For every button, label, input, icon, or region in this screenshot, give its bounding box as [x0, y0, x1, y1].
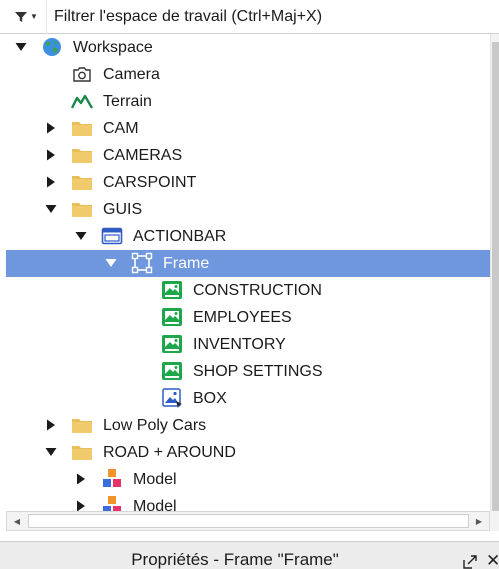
tree-item-label: CONSTRUCTION — [193, 282, 322, 299]
screen-gui-icon — [101, 225, 123, 247]
model-icon — [101, 495, 123, 511]
scroll-corner — [490, 511, 499, 531]
tree-item-model[interactable]: Model — [6, 493, 490, 511]
properties-panel-header: Propriétés - Frame "Frame" ✕ — [0, 541, 499, 569]
expand-arrow-right-icon[interactable] — [44, 175, 58, 189]
tree-item-label: EMPLOYEES — [193, 309, 292, 326]
image-button-icon — [161, 306, 183, 328]
tree-item-camera[interactable]: Camera — [6, 61, 490, 88]
folder-icon — [71, 441, 93, 463]
tree-item-actionbar[interactable]: ACTIONBAR — [6, 223, 490, 250]
close-icon[interactable]: ✕ — [486, 551, 499, 569]
horizontal-scrollbar[interactable]: ◀ ▶ — [6, 511, 490, 531]
expand-arrow-down-icon[interactable] — [44, 202, 58, 216]
expand-arrow-right-icon[interactable] — [44, 121, 58, 135]
tree-item-shop-settings[interactable]: SHOP SETTINGS — [6, 358, 490, 385]
filter-icon — [15, 11, 27, 22]
tree-item-carspoint[interactable]: CARSPOINT — [6, 169, 490, 196]
scroll-right-arrow-icon[interactable]: ▶ — [469, 512, 489, 530]
image-button-icon — [161, 333, 183, 355]
explorer-tree: Workspace Camera Terrain CAM CAMERAS CARSPOIN… — [6, 34, 490, 511]
undock-icon[interactable] — [462, 554, 478, 569]
expand-arrow-right-icon[interactable] — [44, 418, 58, 432]
tree-item-low-poly-cars[interactable]: Low Poly Cars — [6, 412, 490, 439]
tree-item-label: CAMERAS — [103, 147, 183, 164]
vertical-scroll-thumb[interactable] — [492, 42, 499, 524]
folder-icon — [71, 198, 93, 220]
camera-icon — [71, 63, 93, 85]
tree-item-inventory[interactable]: INVENTORY — [6, 331, 490, 358]
tree-item-label: ACTIONBAR — [133, 228, 227, 245]
tree-item-label: INVENTORY — [193, 336, 286, 353]
expand-arrow-down-icon[interactable] — [14, 40, 28, 54]
tree-item-guis[interactable]: GUIS — [6, 196, 490, 223]
tree-item-label: Workspace — [73, 39, 153, 56]
folder-icon — [71, 171, 93, 193]
properties-title: Propriétés - Frame "Frame" — [131, 550, 339, 569]
expand-arrow-right-icon[interactable] — [74, 499, 88, 511]
expand-arrow-down-icon[interactable] — [104, 256, 118, 270]
tree-item-label: ROAD + AROUND — [103, 444, 236, 461]
folder-icon — [71, 144, 93, 166]
tree-item-road-around[interactable]: ROAD + AROUND — [6, 439, 490, 466]
tree-item-employees[interactable]: EMPLOYEES — [6, 304, 490, 331]
chevron-down-icon: ▼ — [30, 12, 38, 21]
tree-item-model[interactable]: Model — [6, 466, 490, 493]
tree-item-label: SHOP SETTINGS — [193, 363, 323, 380]
tree-item-label: GUIS — [103, 201, 143, 218]
tree-item-box[interactable]: BOX — [6, 385, 490, 412]
tree-item-label: CAM — [103, 120, 139, 137]
vertical-scrollbar[interactable] — [490, 34, 499, 524]
tree-item-label: Camera — [103, 66, 160, 83]
expand-arrow-down-icon[interactable] — [44, 445, 58, 459]
tree-item-label: Model — [133, 498, 177, 511]
tree-item-terrain[interactable]: Terrain — [6, 88, 490, 115]
image-button-icon — [161, 360, 183, 382]
tree-item-label: Terrain — [103, 93, 152, 110]
expand-arrow-right-icon[interactable] — [44, 148, 58, 162]
tree-item-label: CARSPOINT — [103, 174, 197, 191]
tree-item-label: Low Poly Cars — [103, 417, 207, 434]
filter-dropdown-button[interactable]: ▼ — [0, 0, 46, 34]
scroll-left-arrow-icon[interactable]: ◀ — [7, 512, 27, 530]
model-icon — [101, 468, 123, 490]
tree-item-label: BOX — [193, 390, 227, 407]
tree-item-cameras[interactable]: CAMERAS — [6, 142, 490, 169]
tree-item-label: Frame — [163, 255, 210, 272]
frame-icon — [131, 252, 153, 274]
terrain-icon — [71, 90, 93, 112]
folder-icon — [71, 414, 93, 436]
folder-icon — [71, 117, 93, 139]
workspace-globe-icon — [41, 36, 63, 58]
explorer-filter-bar: ▼ Filtrer l'espace de travail (Ctrl+Maj+… — [0, 0, 499, 34]
tree-item-workspace[interactable]: Workspace — [6, 34, 490, 61]
horizontal-scroll-thumb[interactable] — [28, 514, 469, 528]
image-button-icon — [161, 279, 183, 301]
filter-placeholder: Filtrer l'espace de travail (Ctrl+Maj+X) — [54, 7, 323, 25]
tree-item-label: Model — [133, 471, 177, 488]
expand-arrow-down-icon[interactable] — [74, 229, 88, 243]
tree-item-frame[interactable]: Frame — [6, 250, 490, 277]
expand-arrow-right-icon[interactable] — [74, 472, 88, 486]
tree-item-construction[interactable]: CONSTRUCTION — [6, 277, 490, 304]
panel-separator — [0, 531, 499, 541]
tree-item-cam[interactable]: CAM — [6, 115, 490, 142]
image-label-icon — [161, 387, 183, 409]
filter-search-input[interactable]: Filtrer l'espace de travail (Ctrl+Maj+X) — [46, 0, 499, 34]
